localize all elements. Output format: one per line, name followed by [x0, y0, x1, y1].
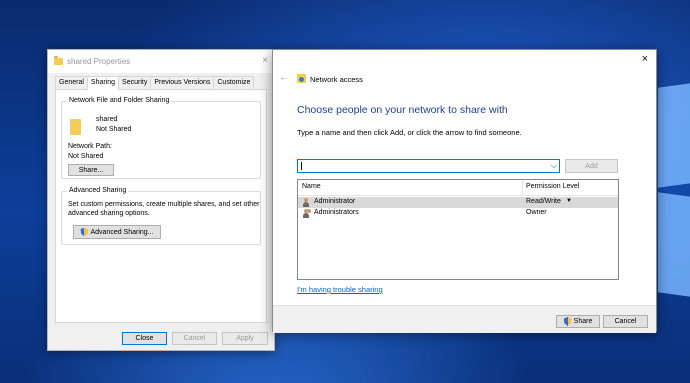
advanced-sharing-button-label: Advanced Sharing... [90, 228, 154, 236]
tab-sharing[interactable]: Sharing [86, 76, 120, 90]
add-button[interactable]: Add [565, 159, 618, 173]
user-icon [302, 198, 310, 207]
network-access-dialog: × ← Network access Choose people on your… [272, 49, 657, 333]
network-sharing-group-title: Network File and Folder Sharing [67, 97, 172, 104]
column-header-name[interactable]: Name [302, 183, 321, 190]
network-cancel-button[interactable]: Cancel [603, 315, 648, 328]
tab-general[interactable]: General [55, 76, 88, 89]
list-row-administrator[interactable]: Administrator Read/Write ▼ [298, 197, 618, 208]
network-path-value: Not Shared [68, 153, 104, 160]
properties-tabs: General Sharing Security Previous Versio… [55, 76, 255, 90]
folder-name: shared [96, 116, 118, 123]
user-name: Administrators [314, 209, 359, 216]
permission-dropdown-icon[interactable]: ▼ [566, 198, 572, 204]
properties-close-icon[interactable]: × [262, 55, 268, 66]
sharing-tab-panel: Network File and Folder Sharing shared N… [55, 89, 267, 323]
uac-shield-icon [80, 227, 89, 237]
text-caret [301, 162, 302, 170]
advanced-sharing-group: Advanced Sharing Set custom permissions,… [61, 187, 261, 245]
column-header-permission[interactable]: Permission Level [526, 183, 579, 190]
properties-title: shared Properties [67, 57, 131, 66]
network-sharing-group: Network File and Folder Sharing shared N… [61, 97, 261, 179]
advanced-description-line1: Set custom permissions, create multiple … [68, 201, 260, 208]
tab-security[interactable]: Security [118, 76, 152, 89]
cancel-button[interactable]: Cancel [172, 332, 217, 345]
user-group-icon [302, 209, 311, 218]
trouble-sharing-link[interactable]: I'm having trouble sharing [297, 285, 383, 294]
shared-folder-icon [70, 119, 81, 135]
advanced-description-line2: advanced sharing options. [68, 210, 150, 217]
network-dialog-footer: Share Cancel [273, 305, 656, 333]
column-separator [522, 180, 523, 196]
user-name: Administrator [314, 198, 356, 205]
folder-icon [54, 56, 63, 65]
chevron-down-icon[interactable]: ⌵ [551, 161, 557, 171]
uac-shield-icon [563, 317, 572, 326]
share-submit-button[interactable]: Share [556, 315, 600, 328]
list-header: Name Permission Level [298, 180, 618, 196]
advanced-sharing-group-title: Advanced Sharing [67, 187, 129, 194]
tab-customize[interactable]: Customize [213, 76, 255, 89]
close-button[interactable]: Close [122, 332, 167, 345]
name-combobox[interactable]: ⌵ [297, 159, 560, 173]
list-row-administrators[interactable]: Administrators Owner [298, 208, 618, 219]
properties-dialog: shared Properties × General Sharing Secu… [47, 49, 275, 351]
tab-previous-versions[interactable]: Previous Versions [150, 76, 215, 89]
network-close-icon[interactable]: × [642, 53, 648, 65]
network-path-label: Network Path: [68, 143, 112, 150]
back-arrow-icon[interactable]: ← [279, 72, 288, 82]
advanced-sharing-button[interactable]: Advanced Sharing... [73, 225, 161, 239]
permissions-list: Name Permission Level Administrator Read… [297, 179, 619, 280]
apply-button[interactable]: Apply [222, 332, 268, 345]
share-submit-label: Share [573, 318, 593, 325]
permission-level[interactable]: Read/Write [526, 198, 561, 205]
folder-share-status: Not Shared [96, 126, 132, 133]
network-dialog-title: Network access [310, 75, 363, 84]
properties-titlebar: shared Properties [48, 50, 274, 73]
network-access-icon [297, 74, 306, 83]
permission-level: Owner [526, 209, 547, 216]
share-heading: Choose people on your network to share w… [297, 104, 508, 116]
share-instruction: Type a name and then click Add, or click… [297, 128, 522, 137]
share-button[interactable]: Share... [68, 164, 114, 176]
